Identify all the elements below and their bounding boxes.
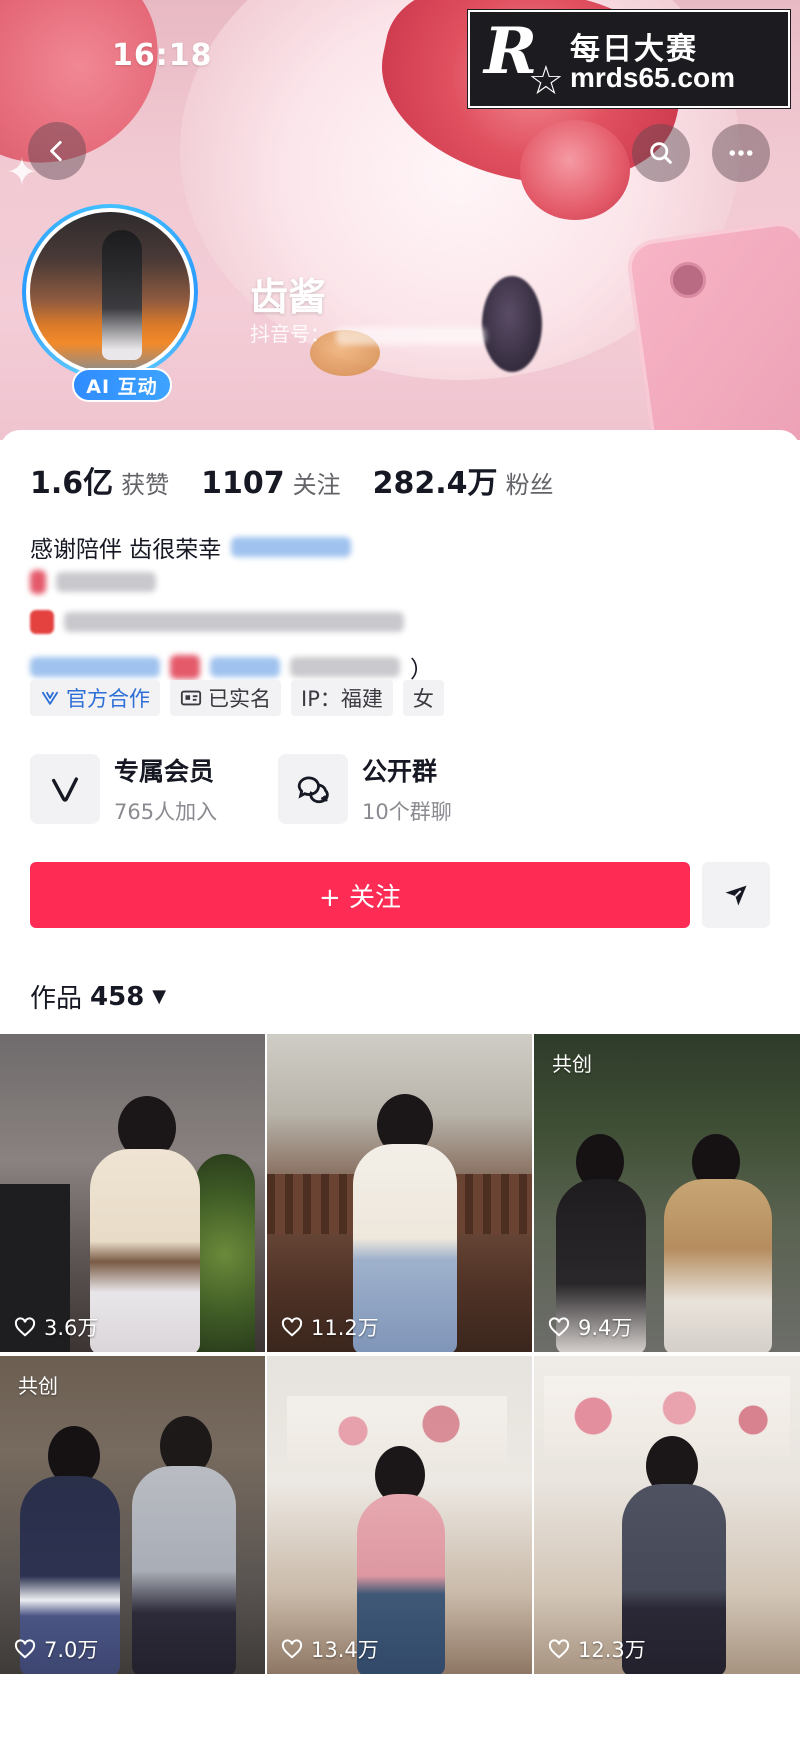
exclusive-membership[interactable]: 专属会员 765人加入 xyxy=(30,752,217,826)
heart-outline-icon xyxy=(548,1317,570,1337)
follow-button[interactable]: + 关注 xyxy=(30,862,690,928)
video-thumbnail[interactable]: 3.6万 xyxy=(0,1034,265,1352)
share-button[interactable] xyxy=(702,862,770,928)
banner-decoration xyxy=(624,218,800,440)
works-count: 458 xyxy=(90,981,145,1012)
profile-tags: 官方合作 已实名 IP：福建 女 xyxy=(30,680,444,716)
group-chat-icon xyxy=(278,754,348,824)
bio-text-blurred xyxy=(64,612,404,632)
chevron-left-icon xyxy=(50,140,62,162)
heart-outline-icon xyxy=(14,1317,36,1337)
followers-count[interactable]: 282.4万 xyxy=(373,458,498,502)
banner-decoration xyxy=(670,262,706,298)
followers-label[interactable]: 粉丝 xyxy=(506,465,554,500)
profile-nickname: 齿酱 xyxy=(250,275,327,319)
tag-gender: 女 xyxy=(402,680,444,716)
video-likes: 11.2万 xyxy=(281,1312,379,1342)
banner-decoration xyxy=(520,120,630,220)
video-thumbnail[interactable]: 12.3万 xyxy=(534,1356,800,1674)
membership-count: 765人加入 xyxy=(114,800,218,824)
video-thumbnail[interactable]: 13.4万 xyxy=(267,1356,532,1674)
tag-verified: 已实名 xyxy=(170,680,281,716)
profile-stats: 1.6亿 获赞 1107 关注 282.4万 粉丝 xyxy=(30,458,586,501)
caret-down-icon: ▼ xyxy=(152,986,167,1007)
douyin-id-value-blurred xyxy=(336,326,487,345)
video-thumbnail[interactable]: 11.2万 xyxy=(267,1034,532,1352)
emoji-blurred xyxy=(30,610,54,634)
watermark-logo: R ☆ xyxy=(484,14,564,104)
more-horizontal-icon xyxy=(729,150,753,156)
bio-text: ） xyxy=(410,657,433,683)
profile-card: 1.6亿 获赞 1107 关注 282.4万 粉丝 感谢陪伴 齿很荣幸 ） 官方… xyxy=(0,430,800,1739)
id-card-icon xyxy=(180,690,202,706)
mention-link-blurred[interactable] xyxy=(30,657,160,677)
official-check-icon xyxy=(41,691,59,705)
video-likes: 7.0万 xyxy=(14,1634,98,1664)
groups-title: 公开群 xyxy=(362,757,438,786)
douyin-id[interactable]: 抖音号： xyxy=(250,318,487,347)
cocreate-badge: 共创 xyxy=(18,1374,58,1398)
cocreate-badge: 共创 xyxy=(552,1052,592,1076)
v-membership-icon xyxy=(30,754,100,824)
avatar-image xyxy=(26,208,194,376)
search-button[interactable] xyxy=(632,124,690,182)
watermark: R ☆ 每日大赛 mrds65.com xyxy=(468,10,790,108)
mention-link-blurred[interactable] xyxy=(231,537,352,557)
bio-text: 感谢陪伴 齿很荣幸 xyxy=(30,537,222,563)
bio-line: ） xyxy=(30,650,433,684)
ai-interaction-badge[interactable]: AI 互动 xyxy=(72,368,172,402)
heart-outline-icon xyxy=(281,1317,303,1337)
groups-count: 10个群聊 xyxy=(362,800,452,824)
tag-official-cooperation[interactable]: 官方合作 xyxy=(30,680,160,716)
mention-link-blurred[interactable] xyxy=(210,657,280,677)
profile-banner: ✦ 16:18 R ☆ 每日大赛 mrds65.com AI 互动 齿酱 抖音号… xyxy=(0,0,800,440)
video-likes: 3.6万 xyxy=(14,1312,98,1342)
emoji-blurred xyxy=(30,570,46,594)
video-thumbnail[interactable]: 共创 7.0万 xyxy=(0,1356,265,1674)
public-groups[interactable]: 公开群 10个群聊 xyxy=(278,752,452,826)
membership-title: 专属会员 xyxy=(114,757,215,786)
search-icon xyxy=(650,142,672,164)
bio-line xyxy=(30,610,404,634)
bio-line: 感谢陪伴 齿很荣幸 xyxy=(30,530,352,564)
emoji-blurred xyxy=(170,655,200,679)
more-button[interactable] xyxy=(712,124,770,182)
heart-outline-icon xyxy=(14,1639,36,1659)
tag-ip-location: IP：福建 xyxy=(291,680,393,716)
bio-text-blurred xyxy=(290,657,400,677)
heart-outline-icon xyxy=(281,1639,303,1659)
likes-label: 获赞 xyxy=(121,471,170,499)
video-likes: 12.3万 xyxy=(548,1634,646,1664)
douyin-id-label: 抖音号： xyxy=(250,322,330,346)
banner-decoration xyxy=(482,276,542,372)
likes-count: 1.6亿 xyxy=(30,466,114,501)
status-time: 16:18 xyxy=(112,38,213,73)
avatar[interactable] xyxy=(22,204,198,380)
heart-outline-icon xyxy=(548,1639,570,1659)
bio-text-blurred xyxy=(56,572,156,592)
bio-line xyxy=(30,570,156,594)
following-label[interactable]: 关注 xyxy=(293,465,341,500)
video-likes: 13.4万 xyxy=(281,1634,379,1664)
video-thumbnail[interactable]: 共创 9.4万 xyxy=(534,1034,800,1352)
following-count[interactable]: 1107 xyxy=(201,466,285,501)
back-button[interactable] xyxy=(28,122,86,180)
video-grid: 3.6万 11.2万 共创 9.4万 共创 7.0万 13.4万 12.3万 xyxy=(0,1034,800,1674)
video-likes: 9.4万 xyxy=(548,1312,632,1342)
watermark-url: mrds65.com xyxy=(570,62,735,93)
works-label: 作品 xyxy=(30,984,83,1014)
works-tab[interactable]: 作品 458 ▼ xyxy=(30,978,166,1015)
send-icon xyxy=(725,885,747,906)
